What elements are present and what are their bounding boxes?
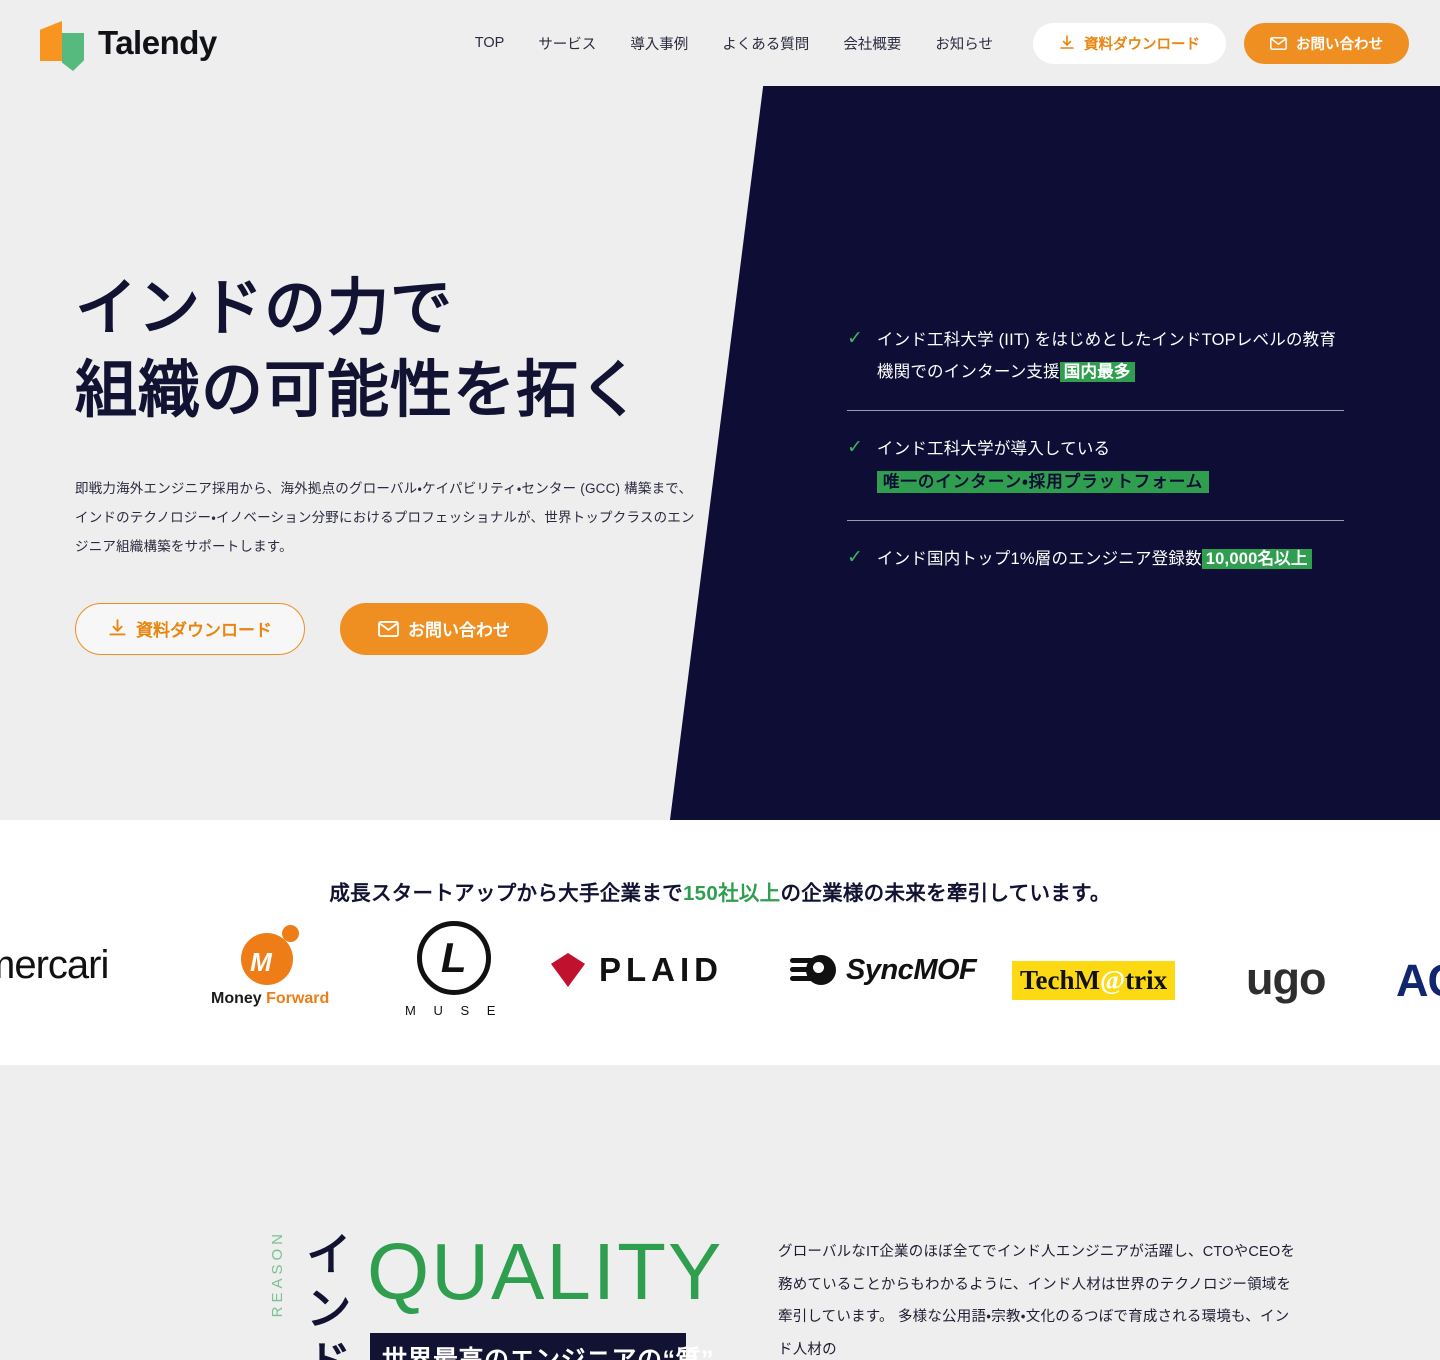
highlight-badge: 国内最多 — [1059, 362, 1135, 383]
nav-item-cases[interactable]: 導入事例 — [630, 33, 688, 54]
check-icon: ✓ — [847, 546, 863, 568]
highlight-item: ✓ インド国内トップ1%層のエンジニア登録数 10,000名以上 — [847, 543, 1344, 577]
mail-icon — [378, 620, 399, 637]
hero-title: インドの力で 組織の可能性を拓く — [75, 268, 695, 432]
nav-item-top[interactable]: TOP — [475, 35, 505, 51]
download-icon — [1059, 35, 1075, 51]
plaid-gem-icon — [551, 953, 585, 987]
hero-actions: 資料ダウンロード お問い合わせ — [75, 602, 695, 655]
nav-item-news[interactable]: お知らせ — [935, 33, 993, 54]
logo[interactable]: Talendy — [40, 17, 217, 71]
hero-contact-label: お問い合わせ — [408, 621, 510, 641]
tm-post: trix — [1125, 965, 1168, 995]
muse-wordmark: M U S E — [405, 1003, 503, 1018]
syncmof-wordmark: SyncMOF — [846, 953, 977, 986]
quality-band: 世界最高のエンジニアの“質” — [370, 1333, 715, 1360]
mf-word-a: Money — [211, 990, 267, 1007]
client-logo-mercari: mercari — [0, 943, 109, 987]
check-icon: ✓ — [847, 328, 863, 349]
client-logo-syncmof: SyncMOF — [790, 953, 977, 987]
clients-headline-pre: 成長スタートアップから大手企業まで — [329, 882, 683, 905]
reason-label: REASON — [269, 1230, 287, 1318]
highlight-item: ✓ インド工科大学が導入している唯一のインターン・採用プラットフォーム — [847, 433, 1344, 499]
clients-headline-post: の企業様の未来を牽引しています。 — [780, 882, 1111, 905]
hero-download-label: 資料ダウンロード — [136, 621, 272, 641]
download-icon — [108, 619, 127, 638]
divider — [847, 410, 1344, 412]
tm-at-icon: @ — [1100, 965, 1126, 995]
main-nav: TOP サービス 導入事例 よくある質問 会社概要 お知らせ — [475, 33, 993, 54]
talendy-logo-icon — [40, 17, 86, 71]
client-logo-ugo: ugo — [1246, 953, 1326, 1004]
header-download-button[interactable]: 資料ダウンロード — [1033, 22, 1227, 64]
hero-title-line1: インドの力で — [75, 274, 454, 343]
client-logo-plaid: PLAID — [551, 951, 723, 989]
client-logo-money-forward: M Money Forward — [211, 925, 329, 1008]
tm-pre: TechM — [1020, 965, 1100, 995]
plaid-wordmark: PLAID — [599, 951, 723, 988]
muse-icon: L — [416, 921, 491, 995]
nav-item-company[interactable]: 会社概要 — [843, 33, 901, 54]
mail-icon — [1270, 36, 1287, 50]
highlight-badge: 10,000名以上 — [1201, 548, 1312, 569]
highlight-body: インド国内トップ1%層のエンジニア登録数 — [876, 549, 1202, 568]
header-contact-label: お問い合わせ — [1296, 36, 1384, 53]
quality-band-text: 世界最高のエンジニアの“質” — [382, 1346, 715, 1360]
client-logo-ac: AC — [1396, 955, 1440, 1006]
money-forward-icon: M — [241, 925, 300, 985]
site-header: Talendy TOP サービス 導入事例 よくある質問 会社概要 お知らせ 資… — [0, 0, 1440, 86]
divider — [847, 519, 1344, 521]
clients-headline: 成長スタートアップから大手企業まで150社以上の企業様の未来を牽引しています。 — [0, 820, 1440, 906]
quality-english-title: QUALITY — [367, 1227, 724, 1316]
hero-highlights: ✓ インド工科大学 (IIT) をはじめとしたインドTOPレベルの教育機関でのイ… — [847, 324, 1344, 577]
highlight-text: インド工科大学 (IIT) をはじめとしたインドTOPレベルの教育機関でのインタ… — [877, 324, 1344, 388]
clients-headline-count: 150社以上 — [682, 882, 781, 905]
hero-download-button[interactable]: 資料ダウンロード — [75, 602, 305, 655]
client-logo-muse: L M U S E — [405, 921, 502, 1018]
hero-contact-button[interactable]: お問い合わせ — [340, 602, 548, 655]
check-icon: ✓ — [847, 437, 863, 459]
mf-word-b: Forward — [266, 990, 330, 1007]
highlight-text: インド国内トップ1%層のエンジニア登録数 10,000名以上 — [877, 543, 1312, 575]
techmatrix-wordmark: TechM@trix — [1012, 961, 1176, 1000]
hero-title-line2: 組織の可能性を拓く — [75, 355, 643, 425]
highlight-body: インド工科大学が導入している — [876, 440, 1111, 459]
highlight-text: インド工科大学が導入している唯一のインターン・採用プラットフォーム — [876, 433, 1210, 497]
logo-wordmark: Talendy — [98, 24, 217, 61]
header-contact-button[interactable]: お問い合わせ — [1244, 22, 1410, 64]
nav-item-service[interactable]: サービス — [538, 33, 596, 54]
money-forward-glyph: M — [250, 947, 272, 977]
reason-body-text: グローバルなIT企業のほぼ全てでインド人エンジニアが活躍し、CTOやCEOを務め… — [778, 1244, 1296, 1358]
header-actions: 資料ダウンロード お問い合わせ — [1033, 22, 1410, 64]
hero-subtitle: 即戦力海外エンジニア採用から、海外拠点のグローバル・ケイパビリティ・センター (… — [75, 480, 695, 554]
header-download-label: 資料ダウンロード — [1084, 36, 1201, 53]
client-logo-carousel[interactable]: mercari M Money Forward L M U S E PLAID … — [0, 921, 1440, 1040]
nav-item-faq[interactable]: よくある質問 — [722, 33, 809, 54]
syncmof-icon — [790, 953, 836, 987]
highlight-item: ✓ インド工科大学 (IIT) をはじめとしたインドTOPレベルの教育機関でのイ… — [847, 324, 1344, 390]
client-logo-techmatrix: TechM@trix — [1012, 961, 1176, 1000]
reason-vertical-heading: インド REASON — [168, 1230, 352, 1360]
highlight-badge: 唯一のインターン・採用プラットフォーム — [876, 470, 1210, 493]
money-forward-wordmark: Money Forward — [211, 990, 329, 1008]
hero-section: インドの力で 組織の可能性を拓く 即戦力海外エンジニア採用から、海外拠点のグロー… — [0, 86, 1440, 820]
reason-vertical-title: インド — [299, 1230, 352, 1360]
hero-copy: インドの力で 組織の可能性を拓く 即戦力海外エンジニア採用から、海外拠点のグロー… — [75, 268, 695, 655]
